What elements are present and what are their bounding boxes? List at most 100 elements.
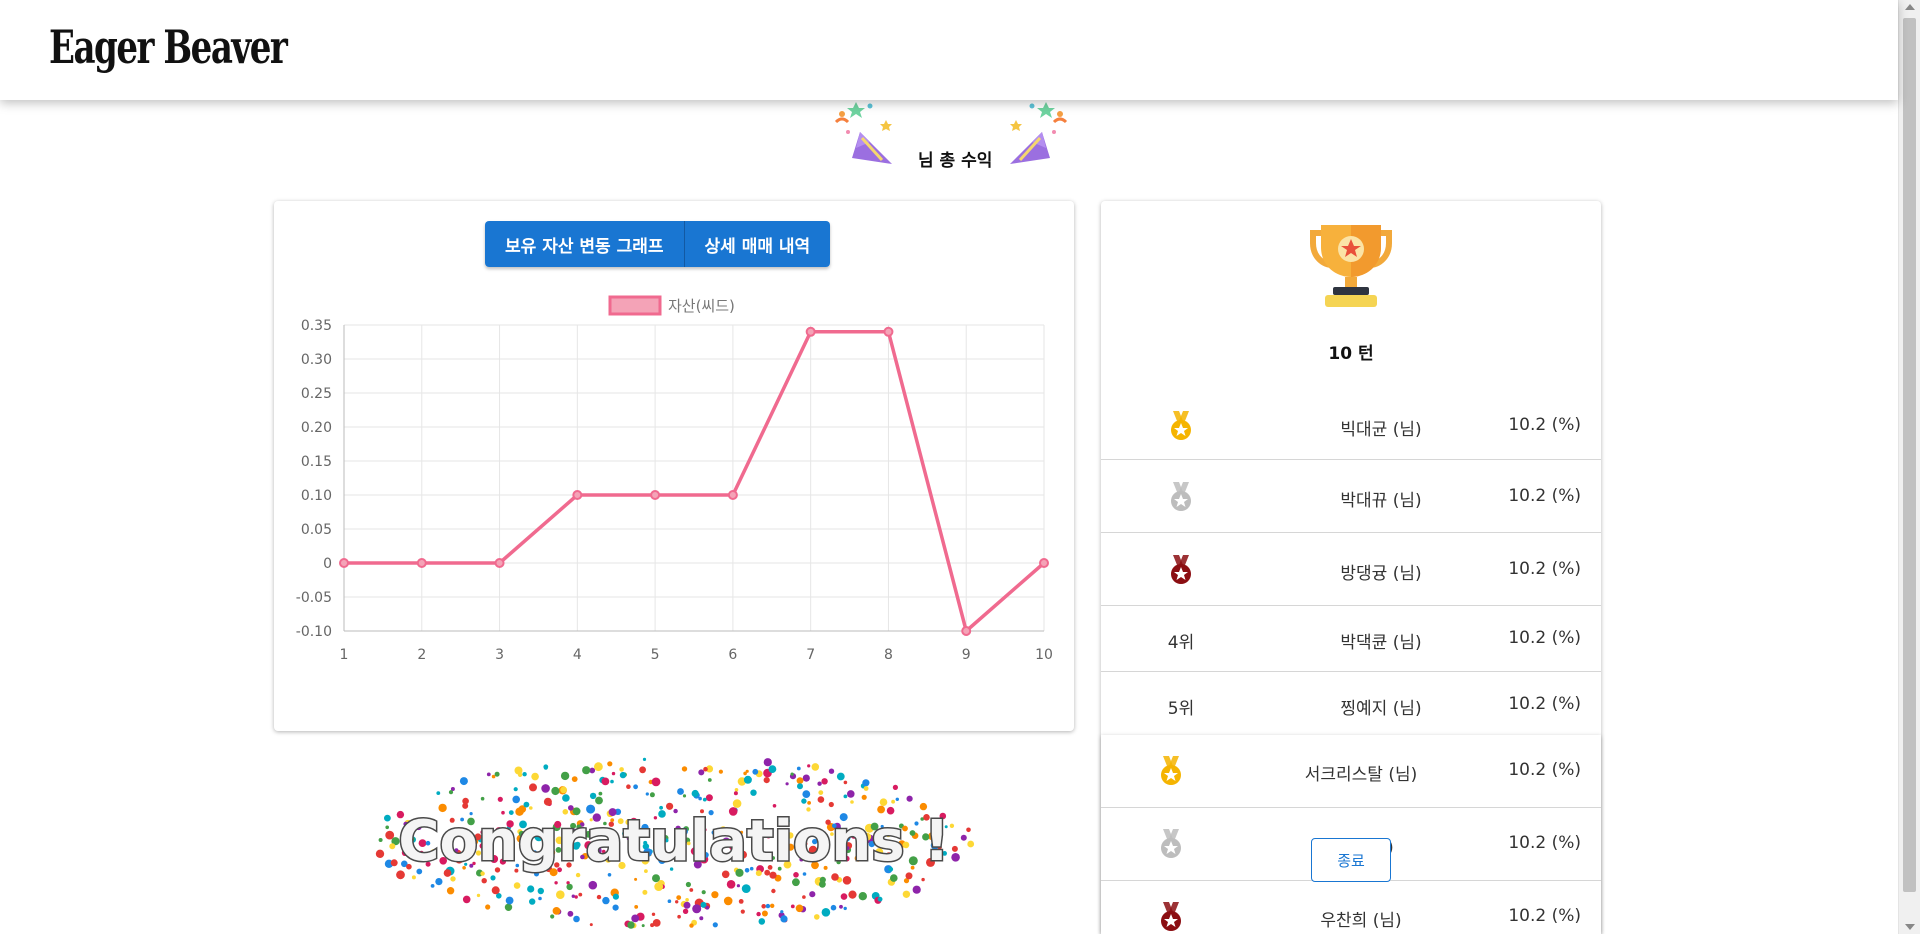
- confetti-dot: [892, 784, 899, 790]
- confetti-dot: [619, 771, 627, 779]
- scroll-thumb[interactable]: [1903, 18, 1916, 892]
- party-popper-icon: [834, 102, 892, 164]
- confetti-dot: [385, 825, 389, 830]
- gold-medal-icon: [1161, 756, 1181, 785]
- confetti-dot: [830, 904, 837, 911]
- y-tick-label: -0.05: [296, 590, 332, 606]
- confetti-dot: [699, 916, 704, 921]
- x-tick-label: 9: [962, 647, 971, 663]
- confetti-dot: [831, 873, 839, 881]
- confetti-dot: [529, 783, 537, 792]
- confetti-dot: [703, 766, 708, 772]
- confetti-dot: [522, 772, 527, 777]
- confetti-dot: [733, 791, 738, 796]
- confetti-dot: [895, 797, 899, 801]
- bronze-medal-icon: [1161, 902, 1181, 931]
- confetti-dot: [763, 777, 770, 784]
- data-point: [339, 558, 349, 568]
- confetti-dot: [752, 768, 759, 775]
- gold-medal-icon: [1171, 411, 1191, 440]
- player-name: 방댕귱 (님): [1340, 564, 1422, 584]
- confetti-dot: [633, 784, 638, 790]
- confetti-dot: [797, 783, 803, 790]
- confetti-dot: [802, 790, 811, 798]
- rank-position: [1151, 555, 1211, 590]
- confetti-dot: [448, 790, 454, 795]
- confetti-dot: [862, 779, 870, 787]
- confetti-dot: [634, 905, 639, 909]
- y-tick-label: 0.25: [301, 386, 332, 402]
- confetti-dot: [891, 799, 895, 804]
- scroll-down-arrow-icon[interactable]: [1905, 924, 1915, 930]
- confetti-dot: [877, 896, 883, 902]
- confetti-dot: [750, 789, 757, 796]
- confetti-dot: [595, 796, 603, 805]
- x-tick-label: 7: [806, 647, 815, 663]
- confetti-dot: [598, 791, 603, 796]
- profit-percent: 10.2 (%): [1508, 486, 1581, 506]
- x-tick-label: 2: [417, 647, 426, 663]
- confetti-dot: [639, 766, 646, 774]
- confetti-dot: [538, 896, 542, 901]
- scroll-up-arrow-icon[interactable]: [1905, 4, 1915, 10]
- bronze-medal-icon: [1171, 555, 1191, 584]
- confetti-dot: [543, 797, 552, 806]
- confetti-dot: [450, 876, 456, 882]
- confetti-dot: [890, 874, 898, 882]
- confetti-dot: [734, 788, 739, 792]
- confetti-dot: [642, 889, 648, 895]
- confetti-dot: [491, 774, 496, 779]
- confetti-dot: [726, 880, 736, 889]
- y-tick-label: 0.20: [301, 420, 332, 436]
- confetti-dot: [906, 795, 913, 802]
- ranking-row: 우찬희 (님) 10.2 (%): [1101, 881, 1601, 934]
- rank-position: 4위: [1167, 633, 1195, 653]
- confetti-dot: [718, 769, 723, 774]
- confetti-dot: [802, 895, 806, 899]
- confetti-dot: [809, 891, 816, 898]
- ranking-row: 빅대균 (님) 10.2 (%): [1101, 391, 1601, 460]
- confetti-dot: [796, 777, 804, 784]
- confetti-dot: [573, 915, 580, 923]
- rank-position: [1141, 756, 1201, 791]
- app-logo[interactable]: Eager Beaver: [49, 20, 288, 74]
- confetti-dot: [607, 761, 613, 767]
- confetti-dot: [756, 911, 761, 917]
- y-tick-label: 0.05: [301, 522, 332, 538]
- confetti-dot: [801, 798, 807, 804]
- confetti-dot: [741, 884, 751, 893]
- confetti-dot: [768, 765, 777, 773]
- data-point: [572, 490, 583, 500]
- confetti-dot: [649, 792, 655, 798]
- ranking-row: 박대뀨 (님) 10.2 (%): [1101, 460, 1601, 533]
- series-line: [344, 330, 1046, 633]
- confetti-dot: [676, 895, 682, 900]
- page-scrollbar[interactable]: [1898, 0, 1920, 934]
- y-tick-label: -0.10: [296, 624, 332, 640]
- player-name: 박댁큔 (님): [1340, 633, 1422, 653]
- data-point: [883, 326, 894, 337]
- confetti-dot: [505, 896, 514, 905]
- player-name: 빅대균 (님): [1340, 420, 1422, 440]
- confetti-dot: [642, 757, 647, 761]
- trophy-icon: [1310, 225, 1392, 307]
- confetti-dot: [951, 845, 958, 852]
- confetti-dot: [494, 771, 500, 777]
- confetti-dot: [818, 790, 824, 795]
- confetti-dot: [795, 904, 804, 913]
- close-button[interactable]: 종료: [1311, 838, 1391, 882]
- rank-position: [1151, 482, 1211, 517]
- ranking-row: 서크리스탈 (님) 10.2 (%): [1101, 735, 1601, 808]
- x-tick-label: 1: [340, 647, 349, 663]
- confetti-dot: [654, 882, 664, 891]
- profit-percent: 10.2 (%): [1508, 760, 1581, 780]
- confetti-dot: [879, 798, 888, 806]
- confetti-dot: [543, 764, 549, 770]
- legend-label: 자산(씨드): [668, 297, 735, 315]
- confetti-dot: [384, 814, 391, 822]
- result-hero: 님 총 수익: [830, 98, 1070, 171]
- confetti-dot: [848, 890, 857, 899]
- confetti-dot: [712, 922, 718, 928]
- confetti-dot: [850, 800, 854, 804]
- confetti-dot: [685, 881, 691, 888]
